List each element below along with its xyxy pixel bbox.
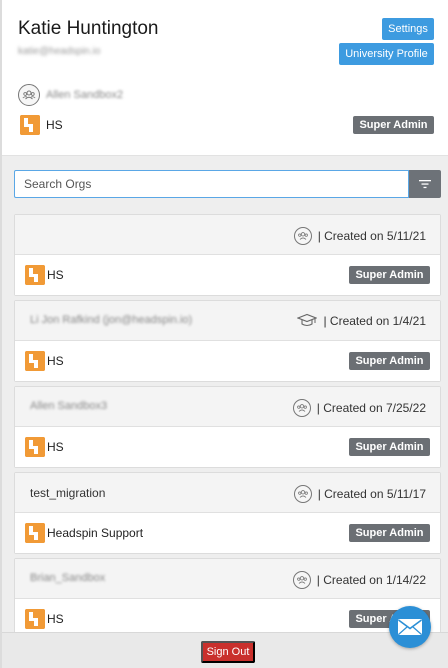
account-header: Katie Huntington katie@headspin.io Setti… bbox=[2, 0, 448, 156]
org-card-name: Allen Sandbox3 bbox=[30, 400, 108, 412]
headspin-logo-icon bbox=[20, 115, 40, 135]
org-card-header: Allen Sandbox3 | Created on 7/25/22 bbox=[15, 387, 440, 427]
created-date-text: | Created on 5/11/17 bbox=[317, 487, 426, 501]
headspin-logo-icon bbox=[25, 351, 45, 371]
graduation-cap-icon bbox=[297, 313, 318, 329]
user-email: katie@headspin.io bbox=[18, 46, 101, 57]
group-icon bbox=[292, 571, 311, 589]
org-card-header: Brian_Sandbox | Created on 1/14/22 bbox=[15, 559, 440, 599]
org-card-name: Li Jon Rafkind (jon@headspin.io) bbox=[30, 314, 193, 326]
group-icon bbox=[293, 227, 312, 245]
org-card[interactable]: Allen Sandbox3 | Created on 7/25/22 HS S… bbox=[14, 386, 441, 468]
org-card-body: HS Super Admin bbox=[15, 255, 440, 295]
org-card-header: Li Jon Rafkind (jon@headspin.io) | Creat… bbox=[15, 301, 440, 341]
role-badge: Super Admin bbox=[353, 116, 434, 134]
org-card-name: test_migration bbox=[30, 486, 106, 500]
org-card-body: HS Super Admin bbox=[15, 341, 440, 381]
panel-footer: Sign Out bbox=[2, 632, 448, 668]
org-card[interactable]: test_migration | Created on 5/11/17 Head… bbox=[14, 472, 441, 554]
envelope-icon bbox=[398, 619, 422, 635]
org-name: HS bbox=[47, 268, 64, 282]
org-name: HS bbox=[47, 440, 64, 454]
org-name: HS bbox=[47, 612, 64, 626]
headspin-logo-icon bbox=[25, 609, 45, 629]
org-switcher-panel: Katie Huntington katie@headspin.io Setti… bbox=[2, 0, 448, 668]
org-card-name: Brian_Sandbox bbox=[30, 572, 106, 584]
headspin-logo-icon bbox=[25, 523, 45, 543]
filter-button[interactable] bbox=[409, 170, 441, 198]
role-badge: Super Admin bbox=[349, 438, 430, 456]
created-date: | Created on 1/14/22 bbox=[292, 571, 426, 589]
org-card-header: | Created on 5/11/21 bbox=[15, 215, 440, 255]
group-icon bbox=[293, 485, 312, 503]
org-card[interactable]: Brian_Sandbox | Created on 1/14/22 HS Su… bbox=[14, 558, 441, 640]
created-date: | Created on 7/25/22 bbox=[292, 399, 426, 417]
headspin-logo-icon bbox=[25, 437, 45, 457]
chat-button[interactable] bbox=[389, 606, 431, 648]
created-date-text: | Created on 1/4/21 bbox=[323, 314, 426, 328]
user-name: Katie Huntington bbox=[18, 18, 159, 39]
created-date: | Created on 5/11/21 bbox=[293, 227, 426, 245]
search-orgs-input[interactable] bbox=[14, 170, 409, 198]
org-card-header: test_migration | Created on 5/11/17 bbox=[15, 473, 440, 513]
university-profile-button[interactable]: University Profile bbox=[339, 43, 434, 65]
created-date: | Created on 5/11/17 bbox=[293, 485, 426, 503]
sign-out-button[interactable]: Sign Out bbox=[201, 641, 255, 663]
created-date-text: | Created on 1/14/22 bbox=[316, 573, 426, 587]
headspin-logo-icon bbox=[25, 265, 45, 285]
filter-icon bbox=[419, 180, 431, 189]
role-badge: Super Admin bbox=[349, 352, 430, 370]
created-date-text: | Created on 7/25/22 bbox=[316, 401, 426, 415]
org-name: Headspin Support bbox=[47, 526, 144, 540]
current-org-name: HS bbox=[46, 118, 63, 132]
org-name: HS bbox=[47, 354, 64, 368]
role-badge: Super Admin bbox=[349, 266, 430, 284]
group-icon bbox=[18, 84, 40, 106]
created-date-text: | Created on 5/11/21 bbox=[317, 229, 426, 243]
org-card-body: HS Super Admin bbox=[15, 427, 440, 467]
org-card-body: Headspin Support Super Admin bbox=[15, 513, 440, 553]
settings-button[interactable]: Settings bbox=[382, 18, 434, 40]
current-group-name: Allen Sandbox2 bbox=[46, 89, 124, 101]
role-badge: Super Admin bbox=[349, 524, 430, 542]
org-card[interactable]: | Created on 5/11/21 HS Super Admin bbox=[14, 214, 441, 296]
org-card[interactable]: Li Jon Rafkind (jon@headspin.io) | Creat… bbox=[14, 300, 441, 382]
created-date: | Created on 1/4/21 bbox=[297, 313, 426, 329]
group-icon bbox=[292, 399, 311, 417]
